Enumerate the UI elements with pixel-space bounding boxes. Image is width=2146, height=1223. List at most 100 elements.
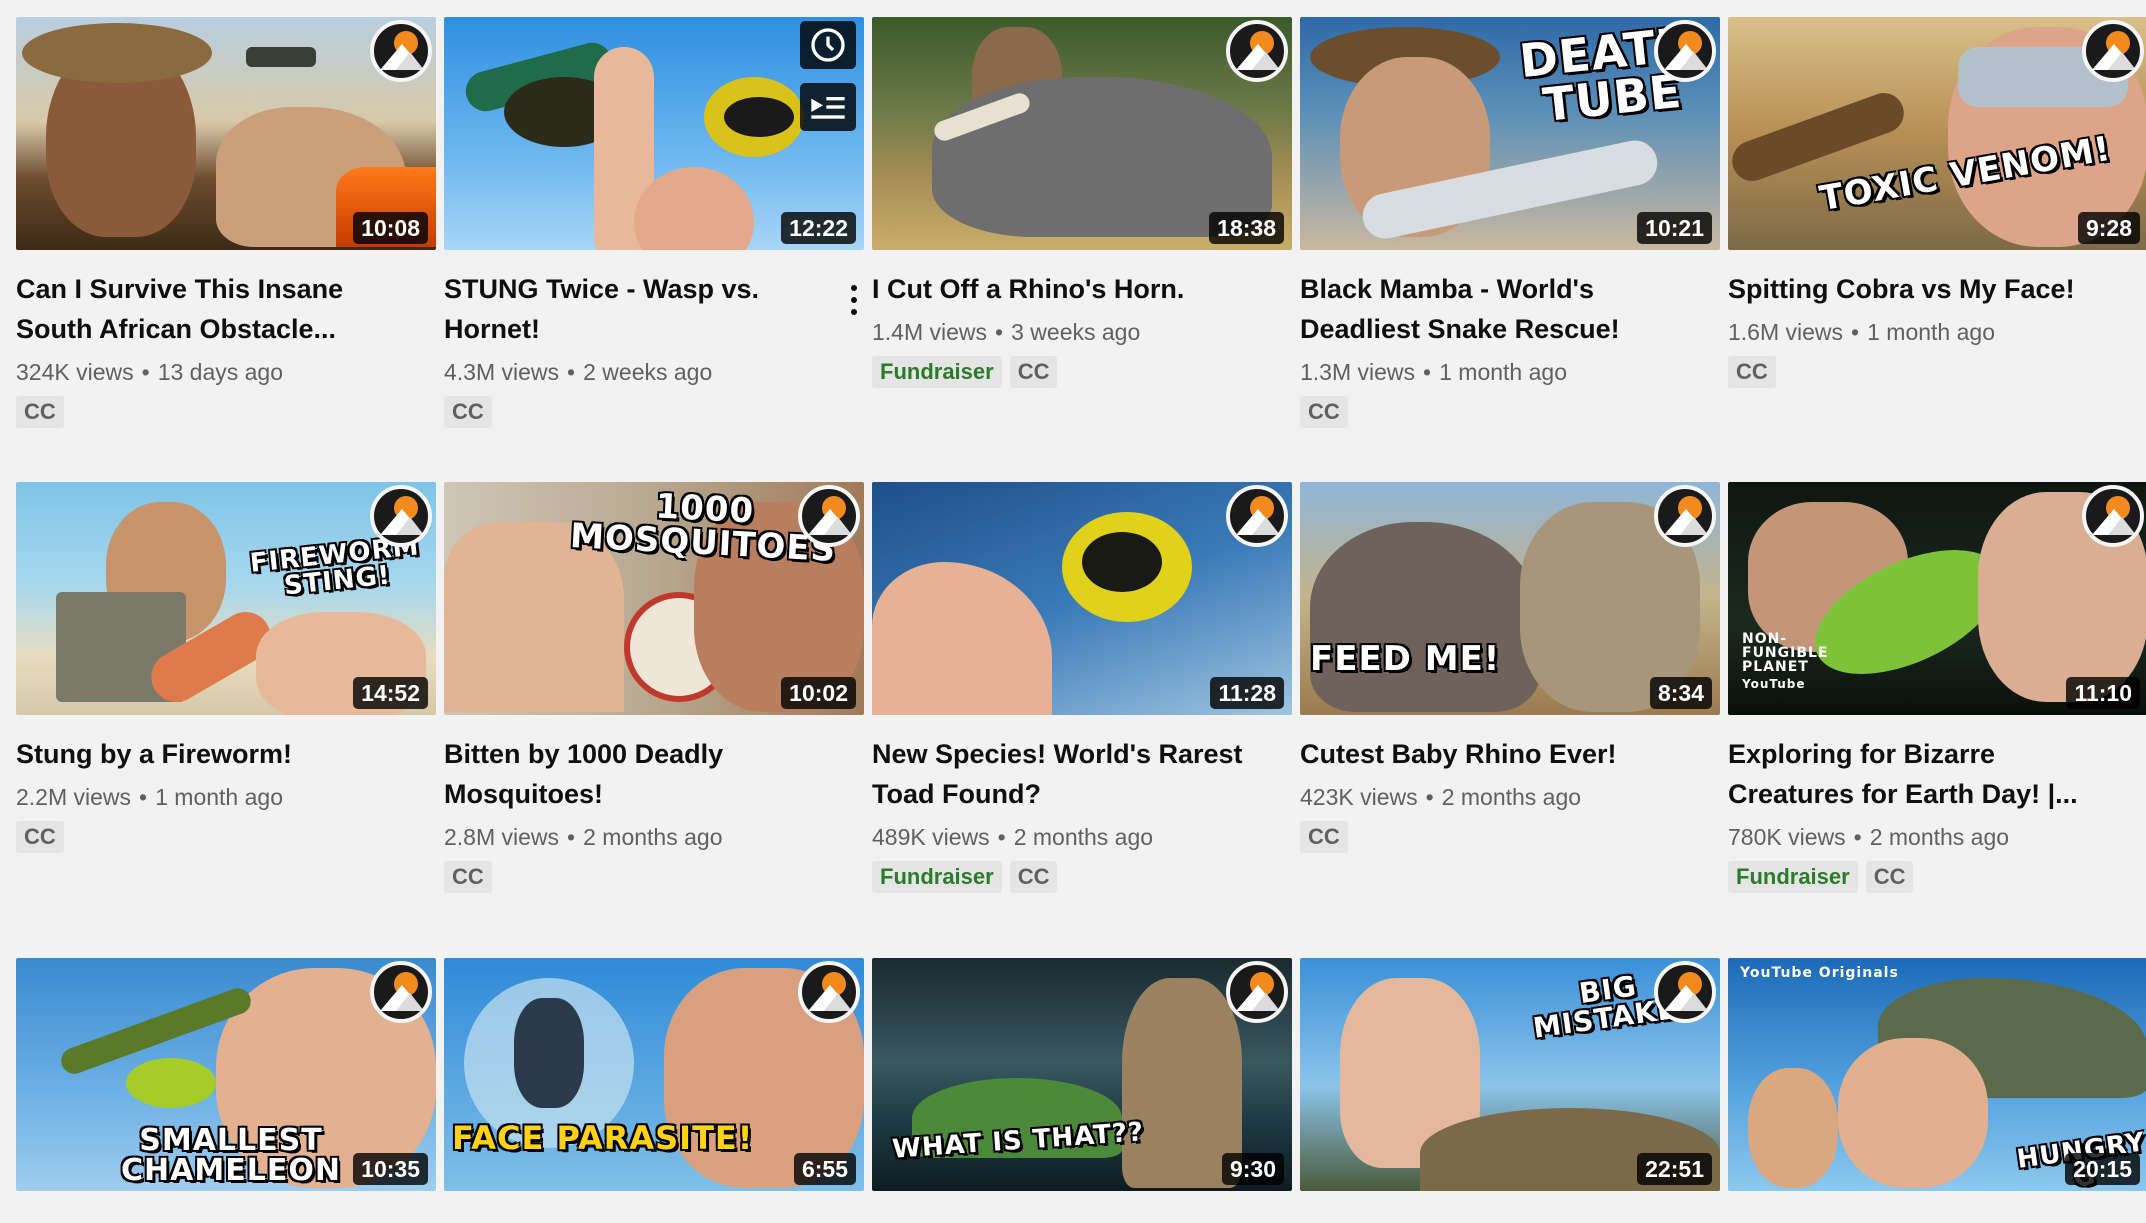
add-to-queue-button[interactable] — [800, 83, 856, 131]
fundraiser-badge[interactable]: Fundraiser — [872, 356, 1002, 388]
video-card[interactable]: 12:22 STUNG Twice - Wasp vs. Hornet! 4.3… — [444, 17, 864, 482]
video-duration: 8:34 — [1649, 677, 1712, 709]
upload-age: 1 month ago — [1867, 319, 1995, 345]
view-count: 1.6M views — [1728, 319, 1844, 345]
video-card[interactable]: YouTube Originals HUNGRY G 20:15 — [1728, 958, 2146, 1223]
view-count: 1.3M views — [1300, 359, 1416, 385]
more-vert-icon[interactable] — [844, 280, 864, 320]
video-thumbnail[interactable]: BIG MISTAKE! 22:51 — [1300, 958, 1720, 1191]
video-duration: 10:21 — [1637, 212, 1712, 244]
upload-age: 2 months ago — [1013, 824, 1154, 850]
channel-logo-icon — [1654, 20, 1716, 82]
video-card[interactable]: SMALLEST CHAMELEON 10:35 — [16, 958, 436, 1223]
badges: Fundraiser CC — [872, 356, 1292, 388]
upload-age: 2 months ago — [583, 824, 723, 850]
video-thumbnail[interactable]: SMALLEST CHAMELEON 10:35 — [16, 958, 436, 1191]
video-thumbnail[interactable]: NON-FUNGIBLE PLANET YouTube 11:10 — [1728, 482, 2146, 715]
video-thumbnail[interactable]: 10:08 — [16, 17, 436, 250]
clock-icon — [811, 28, 845, 62]
video-title[interactable]: Cutest Baby Rhino Ever! — [1300, 734, 1720, 774]
thumbnail-caption: FACE PARASITE! — [452, 1119, 754, 1157]
upload-age: 1 month ago — [155, 784, 283, 810]
video-title[interactable]: Spitting Cobra vs My Face! — [1728, 269, 2146, 309]
view-count: 780K views — [1728, 824, 1846, 850]
originals-label: YouTube Originals — [1740, 965, 1899, 981]
video-title[interactable]: New Species! World's Rarest Toad Found? — [872, 734, 1292, 814]
video-meta: 324K views • 13 days ago — [16, 359, 284, 385]
video-thumbnail[interactable]: FEED ME! 8:34 — [1300, 482, 1720, 715]
video-card[interactable]: WHAT IS THAT?? 9:30 — [872, 958, 1292, 1223]
badges: CC — [16, 396, 436, 428]
channel-logo-icon — [1654, 961, 1716, 1023]
video-card[interactable]: 10:08 Can I Survive This Insane South Af… — [16, 17, 436, 482]
video-duration: 14:52 — [353, 677, 428, 709]
channel-logo-icon — [1226, 20, 1288, 82]
video-card[interactable]: 1000 MOSQUITOES 10:02 Bitten by 1000 Dea… — [444, 482, 864, 958]
video-thumbnail[interactable]: 1000 MOSQUITOES 10:02 — [444, 482, 864, 715]
view-count: 4.3M views — [444, 359, 560, 385]
video-card[interactable]: BIG MISTAKE! 22:51 — [1300, 958, 1720, 1223]
video-thumbnail[interactable]: WHAT IS THAT?? 9:30 — [872, 958, 1292, 1191]
cc-badge: CC — [1300, 396, 1348, 428]
video-duration: 10:35 — [353, 1153, 428, 1185]
upload-age: 1 month ago — [1439, 359, 1567, 385]
video-title[interactable]: I Cut Off a Rhino's Horn. — [872, 269, 1292, 309]
video-card[interactable]: DEATH TUBE 10:21 Black Mamba - World's D… — [1300, 17, 1720, 482]
badges: Fundraiser CC — [1728, 861, 2146, 893]
video-title[interactable]: STUNG Twice - Wasp vs. Hornet! — [444, 269, 864, 349]
badges: CC — [1300, 821, 1720, 853]
channel-logo-icon — [370, 485, 432, 547]
channel-logo-icon — [1226, 961, 1288, 1023]
fundraiser-badge[interactable]: Fundraiser — [1728, 861, 1858, 893]
upload-age: 2 months ago — [1441, 784, 1582, 810]
video-thumbnail[interactable]: 12:22 — [444, 17, 864, 250]
video-meta: 2.2M views • 1 month ago — [16, 784, 283, 810]
video-title[interactable]: Black Mamba - World's Deadliest Snake Re… — [1300, 269, 1720, 349]
video-card[interactable]: FIREWORM STING! 14:52 Stung by a Firewor… — [16, 482, 436, 958]
badges: CC — [1300, 396, 1720, 428]
video-thumbnail[interactable]: YouTube Originals HUNGRY G 20:15 — [1728, 958, 2146, 1191]
video-title[interactable]: Can I Survive This Insane South African … — [16, 269, 436, 349]
video-title[interactable]: Exploring for Bizarre Creatures for Eart… — [1728, 734, 2146, 814]
video-duration: 9:30 — [1221, 1153, 1284, 1185]
video-title[interactable]: Bitten by 1000 Deadly Mosquitoes! — [444, 734, 864, 814]
cc-badge: CC — [1728, 356, 1776, 388]
cc-badge: CC — [444, 861, 492, 893]
video-meta: 2.8M views • 2 months ago — [444, 824, 723, 850]
video-duration: 22:51 — [1637, 1153, 1712, 1185]
video-duration: 6:55 — [793, 1153, 856, 1185]
upload-age: 3 weeks ago — [1011, 319, 1141, 345]
video-card[interactable]: NON-FUNGIBLE PLANET YouTube 11:10 Explor… — [1728, 482, 2146, 958]
badges: CC — [444, 396, 864, 428]
cc-badge: CC — [16, 396, 64, 428]
channel-logo-icon — [2082, 20, 2144, 82]
video-thumbnail[interactable]: FACE PARASITE! 6:55 — [444, 958, 864, 1191]
upload-age: 2 weeks ago — [583, 359, 713, 385]
channel-logo-icon — [798, 961, 860, 1023]
cc-badge: CC — [1865, 861, 1914, 893]
video-card[interactable]: FEED ME! 8:34 Cutest Baby Rhino Ever! 42… — [1300, 482, 1720, 958]
channel-logo-icon — [2082, 485, 2144, 547]
video-card[interactable]: 11:28 New Species! World's Rarest Toad F… — [872, 482, 1292, 958]
video-thumbnail[interactable]: TOXIC VENOM! 9:28 — [1728, 17, 2146, 250]
video-thumbnail[interactable]: DEATH TUBE 10:21 — [1300, 17, 1720, 250]
video-meta: 423K views • 2 months ago — [1300, 784, 1582, 810]
video-duration: 18:38 — [1209, 212, 1284, 244]
video-card[interactable]: 18:38 I Cut Off a Rhino's Horn. 1.4M vie… — [872, 17, 1292, 482]
view-count: 2.8M views — [444, 824, 560, 850]
cc-badge: CC — [1009, 861, 1058, 893]
video-duration: 11:28 — [1210, 677, 1284, 709]
thumbnail-caption: NON-FUNGIBLE PLANET — [1742, 631, 1829, 675]
video-thumbnail[interactable]: 18:38 — [872, 17, 1292, 250]
video-thumbnail[interactable]: 11:28 — [872, 482, 1292, 715]
view-count: 324K views — [16, 359, 134, 385]
video-card[interactable]: FACE PARASITE! 6:55 — [444, 958, 864, 1223]
video-meta: 780K views • 2 months ago — [1728, 824, 2010, 850]
video-thumbnail[interactable]: FIREWORM STING! 14:52 — [16, 482, 436, 715]
channel-logo-icon — [1654, 485, 1716, 547]
video-title[interactable]: Stung by a Fireworm! — [16, 734, 436, 774]
fundraiser-badge[interactable]: Fundraiser — [872, 861, 1002, 893]
video-card[interactable]: TOXIC VENOM! 9:28 Spitting Cobra vs My F… — [1728, 17, 2146, 482]
watch-later-button[interactable] — [800, 21, 856, 69]
video-grid: 10:08 Can I Survive This Insane South Af… — [16, 17, 2146, 1223]
